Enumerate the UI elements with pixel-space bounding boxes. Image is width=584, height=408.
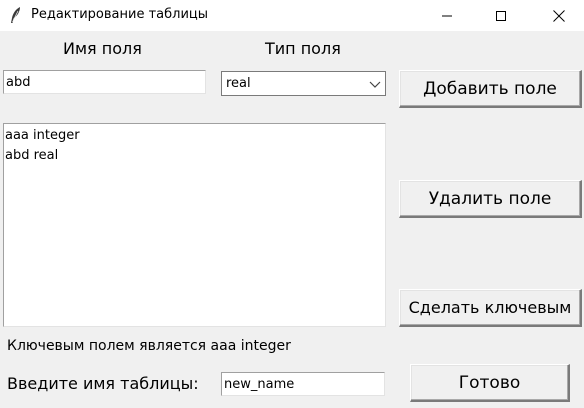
done-button[interactable]: Готово [410,364,570,402]
window-title: Редактирование таблицы [31,7,209,22]
key-field-info: Ключевым полем является aaa integer [7,338,291,354]
field-type-select[interactable]: real [221,71,386,96]
field-list[interactable]: aaa integer abd real [3,123,386,327]
maximize-button[interactable] [478,0,524,31]
field-name-label: Имя поля [63,39,142,58]
field-type-value: real [226,76,251,91]
add-field-button[interactable]: Добавить поле [399,70,582,108]
minimize-button[interactable] [424,0,470,31]
table-editor-window: Редактирование таблицы Имя поля Тип поля… [0,0,584,408]
feather-icon [8,6,24,24]
list-item[interactable]: abd real [5,146,384,166]
minimize-icon [442,15,452,16]
title-bar: Редактирование таблицы [0,0,584,31]
close-button[interactable] [536,0,582,31]
table-name-input[interactable] [221,372,385,396]
chevron-down-icon [368,76,382,90]
field-type-label: Тип поля [265,39,341,58]
delete-field-button[interactable]: Удалить поле [399,180,582,218]
field-name-input[interactable] [3,70,206,94]
close-icon [553,9,565,22]
list-item[interactable]: aaa integer [5,126,384,146]
make-key-button[interactable]: Сделать ключевым [399,289,582,327]
table-name-label: Введите имя таблицы: [7,374,199,393]
maximize-icon [496,10,506,21]
